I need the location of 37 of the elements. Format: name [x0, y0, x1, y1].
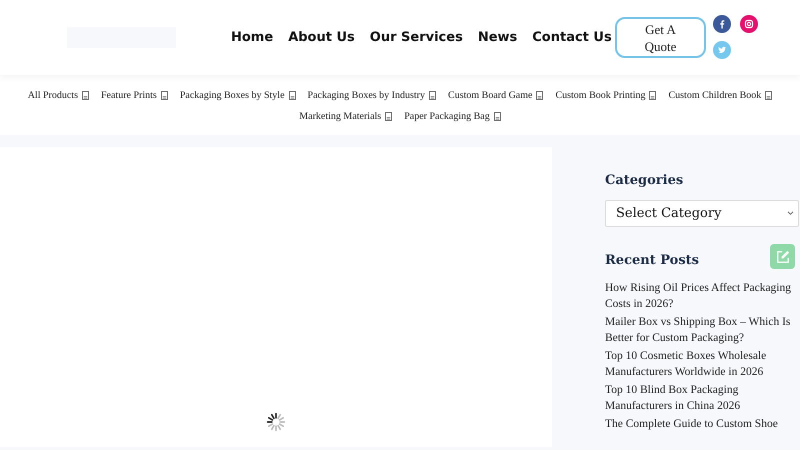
category-link[interactable]: Custom Children Book [668, 90, 772, 101]
quote-button[interactable]: Get A Quote [615, 17, 706, 58]
document-icon [288, 91, 296, 100]
category-link[interactable]: Custom Book Printing [555, 90, 656, 101]
sidebar-heading: Categories [605, 173, 684, 188]
document-icon [536, 91, 544, 100]
document-icon [385, 112, 392, 121]
nav-link[interactable]: Home [231, 30, 274, 45]
document-icon [82, 91, 89, 100]
document-icon [494, 112, 501, 121]
post-link[interactable]: Top 10 Blind Box Packaging Manufacturers in China 2026 [605, 382, 799, 414]
loading-spinner-icon [266, 412, 286, 432]
document-icon [160, 91, 168, 100]
post-link[interactable]: Mailer Box vs Shipping Box – Which Is Better for Custom Packaging? [605, 314, 799, 346]
category-link[interactable]: All Products [28, 90, 89, 101]
chevron-down-icon [787, 211, 794, 216]
instagram-icon[interactable] [740, 15, 758, 33]
nav-link[interactable]: About Us [288, 30, 355, 45]
document-icon [429, 91, 436, 100]
category-link[interactable]: Feature Prints [100, 90, 168, 101]
category-link[interactable]: Paper Packaging Bag [404, 111, 501, 122]
document-icon [765, 91, 772, 100]
category-dropdown[interactable]: Select Category [605, 200, 799, 227]
document-icon [649, 91, 656, 100]
nav-link[interactable]: Contact Us [532, 30, 612, 45]
post-link[interactable]: Top 10 Cosmetic Boxes Wholesale Manufacturers Worldwide in 2026 [605, 348, 799, 380]
category-link[interactable]: Custom Board Game [448, 90, 544, 101]
nav-link[interactable]: News [478, 30, 518, 45]
nav-link[interactable]: Our Services [370, 30, 463, 45]
post-link[interactable]: How Rising Oil Prices Affect Packaging Costs in 2026? [605, 280, 799, 312]
edit-icon [776, 250, 790, 264]
category-link[interactable]: Packaging Boxes by Style [180, 90, 296, 101]
facebook-icon[interactable] [713, 15, 731, 33]
category-link[interactable]: Marketing Materials [299, 111, 392, 122]
post-link[interactable]: The Complete Guide to Custom Shoe [605, 416, 799, 432]
category-link[interactable]: Packaging Boxes by Industry [308, 90, 436, 101]
sidebar-heading: Recent Posts [605, 253, 699, 268]
